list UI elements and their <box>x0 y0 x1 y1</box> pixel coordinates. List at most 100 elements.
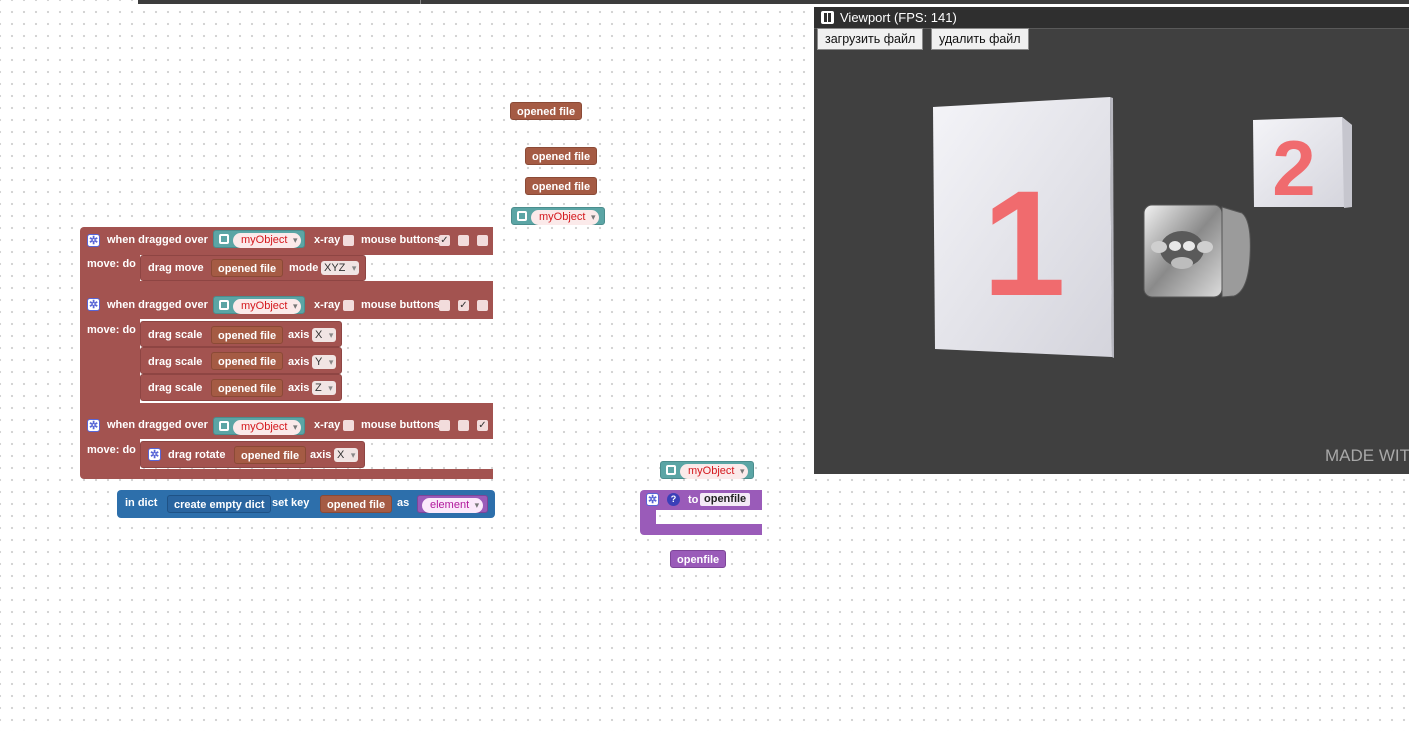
mouse-button-3-checkbox[interactable] <box>477 235 488 246</box>
mouse-button-2-checkbox[interactable]: ✓ <box>458 300 469 311</box>
monkey-eye-icon <box>1169 241 1181 251</box>
cube-label-two: 2 <box>1272 124 1315 212</box>
event-block-footer <box>80 469 493 479</box>
cube-icon <box>219 421 229 431</box>
opened-file-input[interactable]: opened file <box>211 259 284 277</box>
opened-file-input[interactable]: opened file <box>211 326 284 344</box>
opened-file-var-block[interactable]: opened file <box>525 147 598 165</box>
event-block-header[interactable]: when dragged over myObject x-ray mouse b… <box>80 227 493 255</box>
opened-file-var-block[interactable]: opened file <box>510 102 583 120</box>
mouse-button-1-checkbox[interactable]: ✓ <box>439 235 450 246</box>
3d-scene[interactable]: 1 2 <box>814 7 1409 474</box>
mouse-buttons-label: mouse buttons: <box>361 234 444 246</box>
help-icon[interactable]: ? <box>667 493 680 506</box>
axis-label: axis <box>288 329 310 341</box>
myobject-var-block[interactable]: myObject <box>660 461 754 479</box>
axis-label: axis <box>288 382 310 394</box>
xray-checkbox[interactable] <box>343 300 354 311</box>
settings-gear-icon[interactable] <box>87 419 100 432</box>
myobject-var-block[interactable]: myObject <box>511 207 605 225</box>
axis-label: axis <box>288 356 310 368</box>
settings-gear-icon[interactable] <box>148 448 161 461</box>
mouse-button-1-checkbox[interactable] <box>439 420 450 431</box>
openfile-call-block[interactable]: openfile <box>670 550 727 568</box>
event-label: when dragged over <box>107 234 208 246</box>
axis-dropdown[interactable]: Z <box>312 381 336 395</box>
opened-file-input[interactable]: opened file <box>320 495 393 513</box>
settings-gear-icon[interactable] <box>87 298 100 311</box>
mode-label: mode <box>289 262 319 274</box>
myobject-dropdown[interactable]: myObject <box>680 464 749 479</box>
settings-gear-icon[interactable] <box>87 234 100 247</box>
opened-file-var-block[interactable]: opened file <box>525 177 598 195</box>
mode-dropdown[interactable]: XYZ <box>321 261 360 275</box>
opened-file-input[interactable]: opened file <box>234 446 307 464</box>
myobject-dropdown[interactable]: myObject <box>233 420 302 435</box>
event-label: when dragged over <box>107 419 208 431</box>
action-label: drag scale <box>148 356 203 368</box>
monkey-ear-icon <box>1151 241 1167 253</box>
drag-scale-block[interactable]: drag scale opened file axis X <box>140 321 342 347</box>
do-label: move: do <box>87 258 136 270</box>
axis-dropdown[interactable]: X <box>312 328 337 342</box>
viewport-panel[interactable]: Viewport (FPS: 141) загрузить файл удали… <box>814 7 1409 474</box>
do-label: move: do <box>87 324 136 336</box>
xray-label: x-ray <box>314 419 341 431</box>
xray-checkbox[interactable] <box>343 235 354 246</box>
set-key-label: set key <box>272 497 310 509</box>
event-label: when dragged over <box>107 299 208 311</box>
as-label: as <box>397 497 410 509</box>
drag-scale-block[interactable]: drag scale opened file axis Z <box>140 374 342 401</box>
myobject-input[interactable]: myObject <box>213 230 305 248</box>
event-block-body: move: do <box>80 439 140 471</box>
procedure-block-header[interactable]: ? to openfile <box>640 490 762 510</box>
event-block-header[interactable]: when dragged over myObject x-ray mouse b… <box>80 291 493 319</box>
mouse-buttons-label: mouse buttons: <box>361 419 444 431</box>
action-label: drag scale <box>148 382 203 394</box>
cube-icon <box>219 234 229 244</box>
element-dropdown[interactable]: element <box>422 498 484 513</box>
drag-scale-block[interactable]: drag scale opened file axis Y <box>140 347 342 374</box>
mouse-button-3-checkbox[interactable] <box>477 300 488 311</box>
opened-file-input[interactable]: opened file <box>211 352 284 370</box>
toolbar-divider <box>420 0 421 4</box>
myobject-dropdown[interactable]: myObject <box>233 299 302 314</box>
myobject-dropdown[interactable]: myObject <box>531 210 600 225</box>
action-label: drag move <box>148 262 204 274</box>
drag-move-block[interactable]: drag move opened file mode XYZ <box>140 255 366 281</box>
xray-label: x-ray <box>314 234 341 246</box>
drag-rotate-block[interactable]: drag rotate opened file axis X <box>140 441 365 468</box>
event-block-body: move: do <box>80 319 140 405</box>
procedure-block-body <box>640 510 656 524</box>
action-label: drag rotate <box>168 449 226 461</box>
axis-dropdown[interactable]: Y <box>312 355 337 369</box>
myobject-input[interactable]: myObject <box>213 296 305 314</box>
procedure-name-field[interactable]: openfile <box>700 493 751 506</box>
cube-icon <box>666 465 676 475</box>
xray-label: x-ray <box>314 299 341 311</box>
watermark-text: MADE WIT <box>1325 446 1409 465</box>
opened-file-input[interactable]: opened file <box>211 379 284 397</box>
myobject-input[interactable]: myObject <box>213 417 305 435</box>
mouse-button-2-checkbox[interactable] <box>458 420 469 431</box>
mouse-button-2-checkbox[interactable] <box>458 235 469 246</box>
monkey-ear-icon <box>1197 241 1213 253</box>
axis-label: axis <box>310 449 332 461</box>
element-variable[interactable]: element <box>417 495 489 513</box>
xray-checkbox[interactable] <box>343 420 354 431</box>
axis-dropdown[interactable]: X <box>334 448 359 462</box>
event-block-footer <box>80 403 493 411</box>
top-toolbar-strip <box>138 0 1409 4</box>
myobject-dropdown[interactable]: myObject <box>233 233 302 248</box>
mouse-button-3-checkbox[interactable]: ✓ <box>477 420 488 431</box>
action-label: drag scale <box>148 329 203 341</box>
event-block-footer <box>80 281 493 291</box>
dict-set-key-block[interactable]: in dict create empty dict set key opened… <box>117 490 495 518</box>
event-block-header[interactable]: when dragged over myObject x-ray mouse b… <box>80 411 493 439</box>
settings-gear-icon[interactable] <box>646 493 659 506</box>
mouse-button-1-checkbox[interactable] <box>439 300 450 311</box>
cube-icon <box>219 300 229 310</box>
in-dict-label: in dict <box>125 497 158 509</box>
create-empty-dict-block[interactable]: create empty dict <box>167 495 272 513</box>
monkey-mouth-icon <box>1171 257 1193 269</box>
